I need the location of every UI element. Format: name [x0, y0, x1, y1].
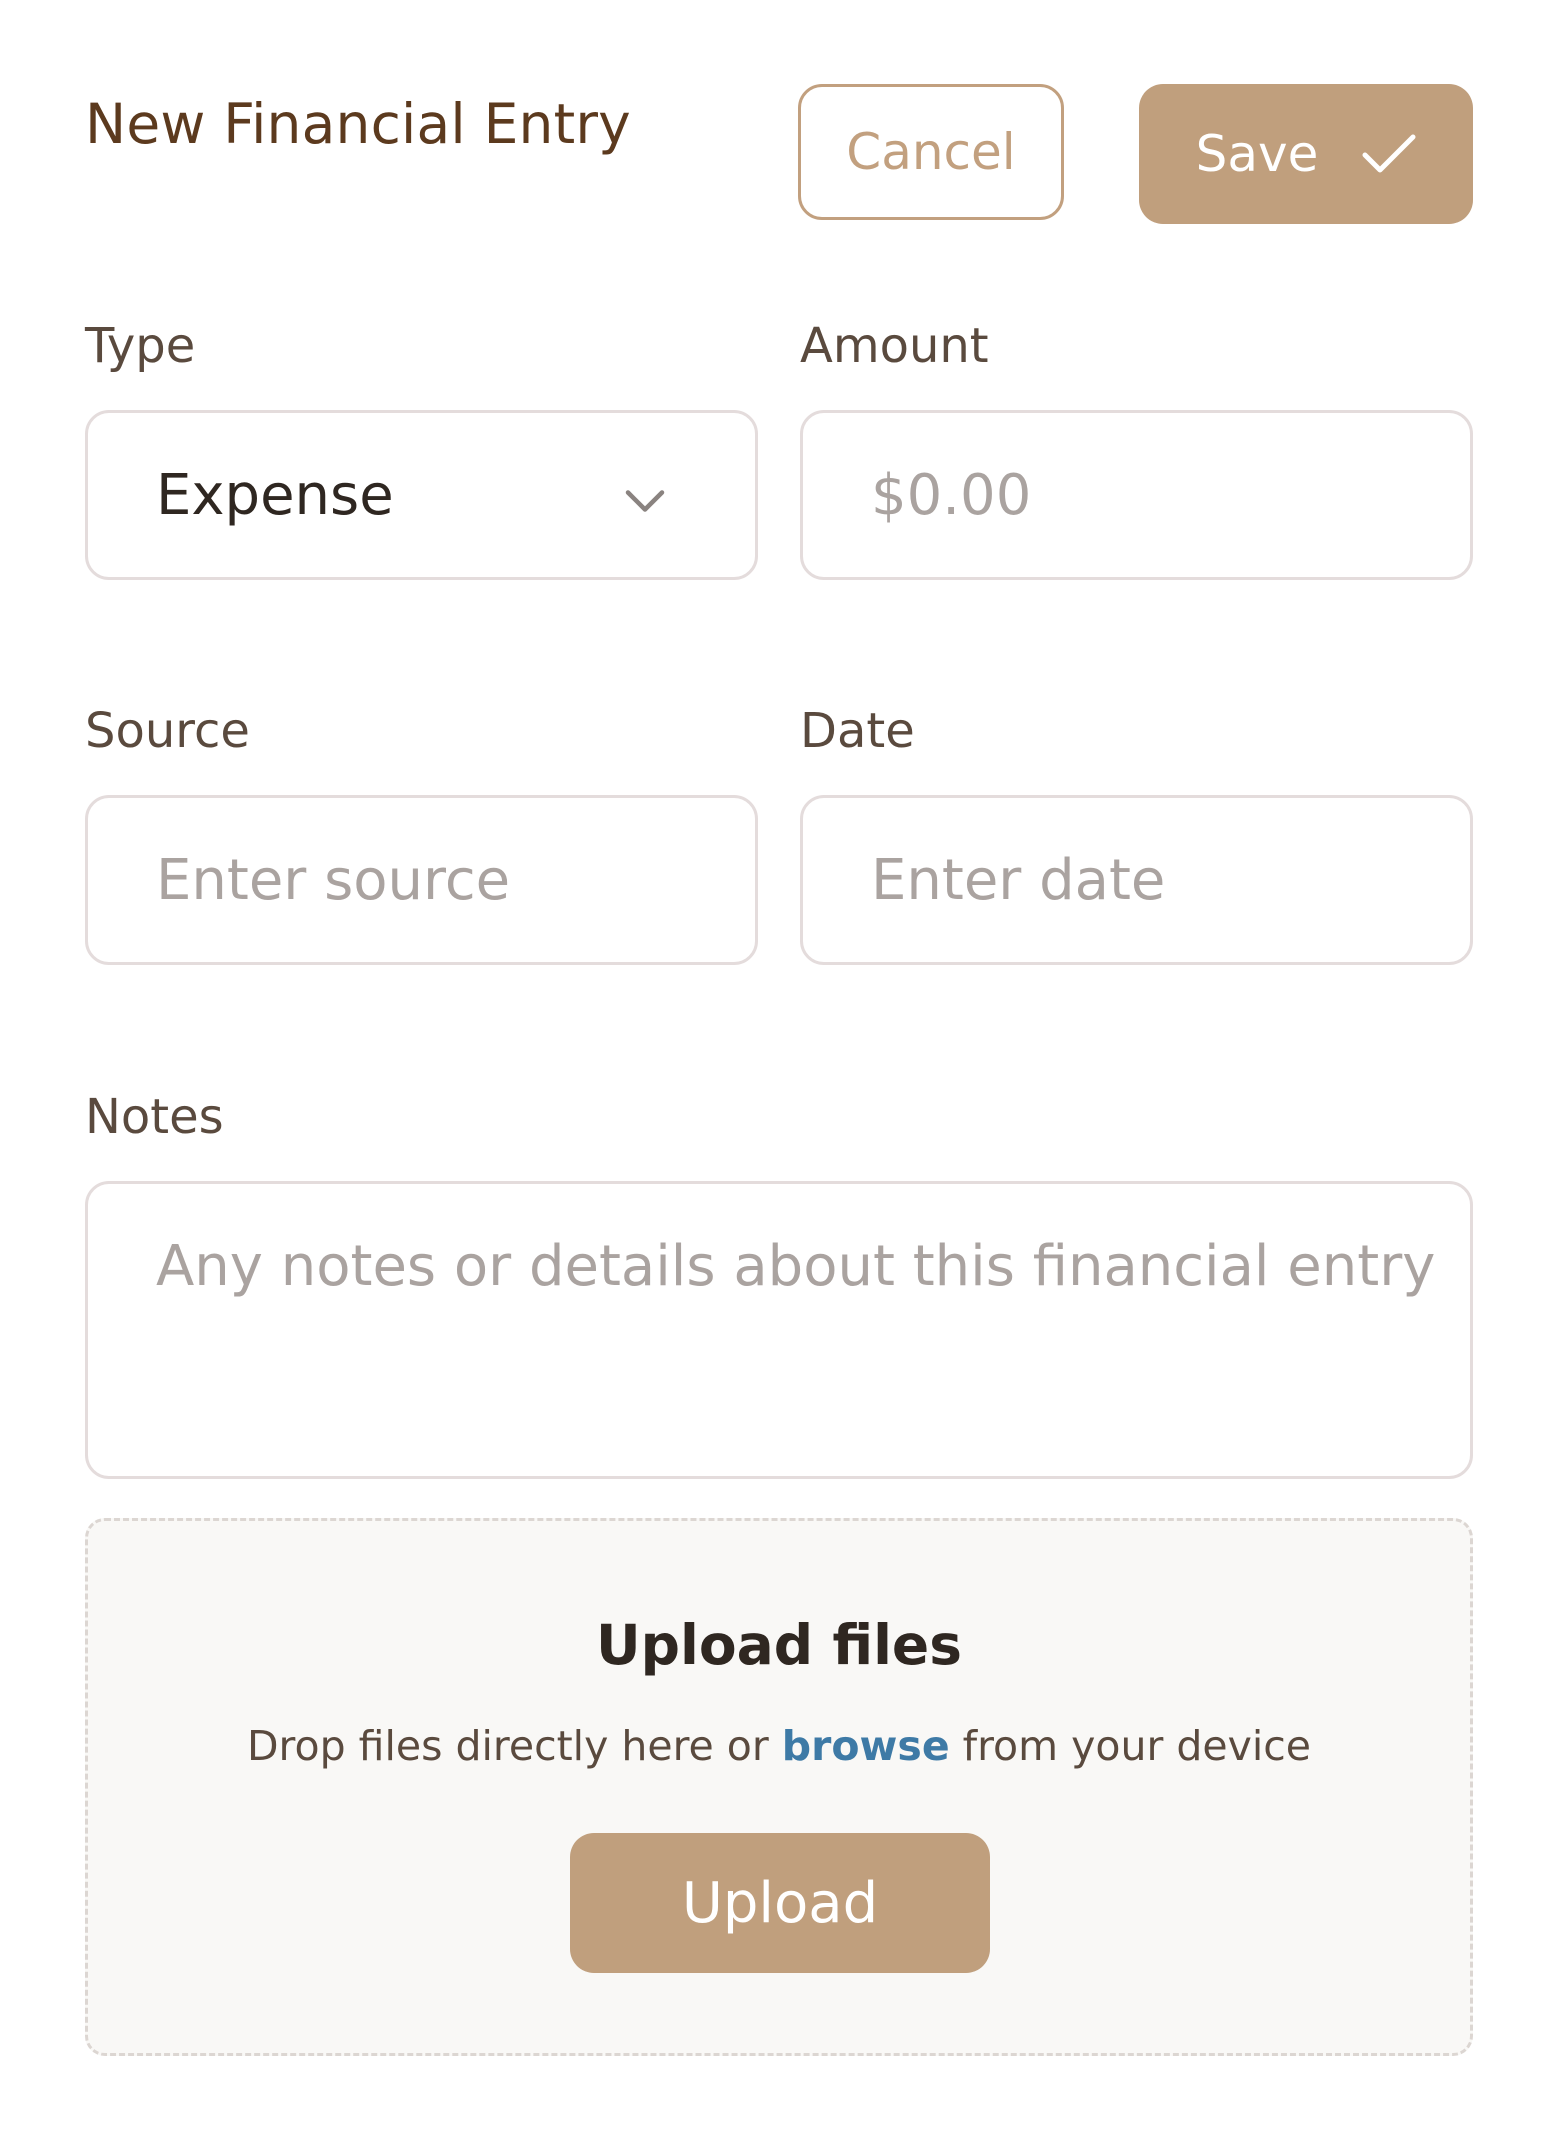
- date-placeholder: Enter date: [871, 847, 1166, 913]
- type-selected-value: Expense: [156, 462, 394, 528]
- upload-button[interactable]: Upload: [570, 1833, 990, 1973]
- browse-link[interactable]: browse: [782, 1722, 950, 1770]
- notes-textarea[interactable]: Any notes or details about this financia…: [85, 1181, 1473, 1479]
- type-select[interactable]: Expense: [85, 410, 758, 580]
- save-button-label: Save: [1195, 125, 1319, 183]
- upload-description: Drop files directly here or browse from …: [88, 1722, 1470, 1770]
- date-label: Date: [800, 703, 915, 759]
- upload-button-label: Upload: [681, 1870, 879, 1936]
- amount-label: Amount: [800, 318, 989, 374]
- upload-desc-before: Drop files directly here or: [246, 1722, 769, 1770]
- save-button[interactable]: Save: [1139, 84, 1473, 224]
- amount-placeholder: $0.00: [871, 462, 1032, 528]
- notes-placeholder: Any notes or details about this financia…: [156, 1234, 1436, 1299]
- upload-dropzone[interactable]: Upload files Drop files directly here or…: [85, 1518, 1473, 2056]
- amount-input[interactable]: $0.00: [800, 410, 1473, 580]
- cancel-button-label: Cancel: [846, 123, 1016, 181]
- page-title: New Financial Entry: [85, 92, 631, 156]
- upload-desc-after: from your device: [962, 1722, 1312, 1770]
- cancel-button[interactable]: Cancel: [798, 84, 1064, 220]
- date-input[interactable]: Enter date: [800, 795, 1473, 965]
- form-header: New Financial Entry Cancel Save: [85, 84, 1473, 224]
- source-label: Source: [85, 703, 250, 759]
- upload-title: Upload files: [596, 1613, 962, 1677]
- notes-label: Notes: [85, 1089, 224, 1145]
- type-label: Type: [85, 318, 196, 374]
- financial-entry-form: New Financial Entry Cancel Save Type Exp…: [0, 0, 1554, 2135]
- source-placeholder: Enter source: [156, 847, 511, 913]
- chevron-down-icon: [625, 463, 665, 528]
- source-input[interactable]: Enter source: [85, 795, 758, 965]
- check-icon: [1362, 134, 1416, 174]
